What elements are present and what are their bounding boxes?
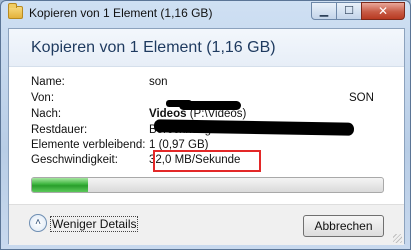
copy-folder-icon xyxy=(8,3,23,19)
close-button[interactable]: ✕ xyxy=(361,2,405,20)
speed-label: Geschwindigkeit: xyxy=(31,154,118,166)
name-row: Name: son xyxy=(31,76,391,90)
copy-progress-bar xyxy=(31,177,384,193)
dialog-heading: Kopieren von 1 Element (1,16 GB) xyxy=(31,39,276,56)
resize-grip[interactable] xyxy=(393,234,402,243)
copy-dialog-window: Kopieren von 1 Element (1,16 GB) ▁ ☐ ✕ K… xyxy=(0,0,411,250)
header-band: Kopieren von 1 Element (1,16 GB) xyxy=(9,29,404,67)
window-title: Kopieren von 1 Element (1,16 GB) xyxy=(29,6,213,20)
von-label: Von: xyxy=(31,92,55,104)
name-label: Name: xyxy=(31,76,65,88)
speed-highlight-box xyxy=(153,150,261,172)
redaction-scribble xyxy=(179,101,241,110)
progress-fill xyxy=(32,178,89,192)
dialog-footer: ˄ Weniger Details Abbrechen xyxy=(9,204,404,245)
dialog-content: Kopieren von 1 Element (1,16 GB) Name: s… xyxy=(8,28,405,245)
name-value: son xyxy=(149,76,168,88)
redaction-scribble xyxy=(259,126,309,134)
minimize-button[interactable]: ▁ xyxy=(311,2,337,20)
nach-folder-name[interactable]: Videos xyxy=(149,108,187,120)
details-toggle-label[interactable]: Weniger Details xyxy=(50,216,139,232)
nach-label: Nach: xyxy=(31,108,62,120)
details-toggle-label-wrap[interactable]: Weniger Details xyxy=(50,216,139,232)
title-bar[interactable]: Kopieren von 1 Element (1,16 GB) ▁ ☐ ✕ xyxy=(1,1,410,27)
cancel-button[interactable]: Abbrechen xyxy=(303,215,384,237)
maximize-button[interactable]: ☐ xyxy=(336,2,362,20)
chevron-up-icon[interactable]: ˄ xyxy=(29,214,47,232)
von-value: SON xyxy=(349,92,374,104)
elemente-label: Elemente verbleibend: xyxy=(31,139,146,151)
restdauer-label: Restdauer: xyxy=(31,124,88,136)
